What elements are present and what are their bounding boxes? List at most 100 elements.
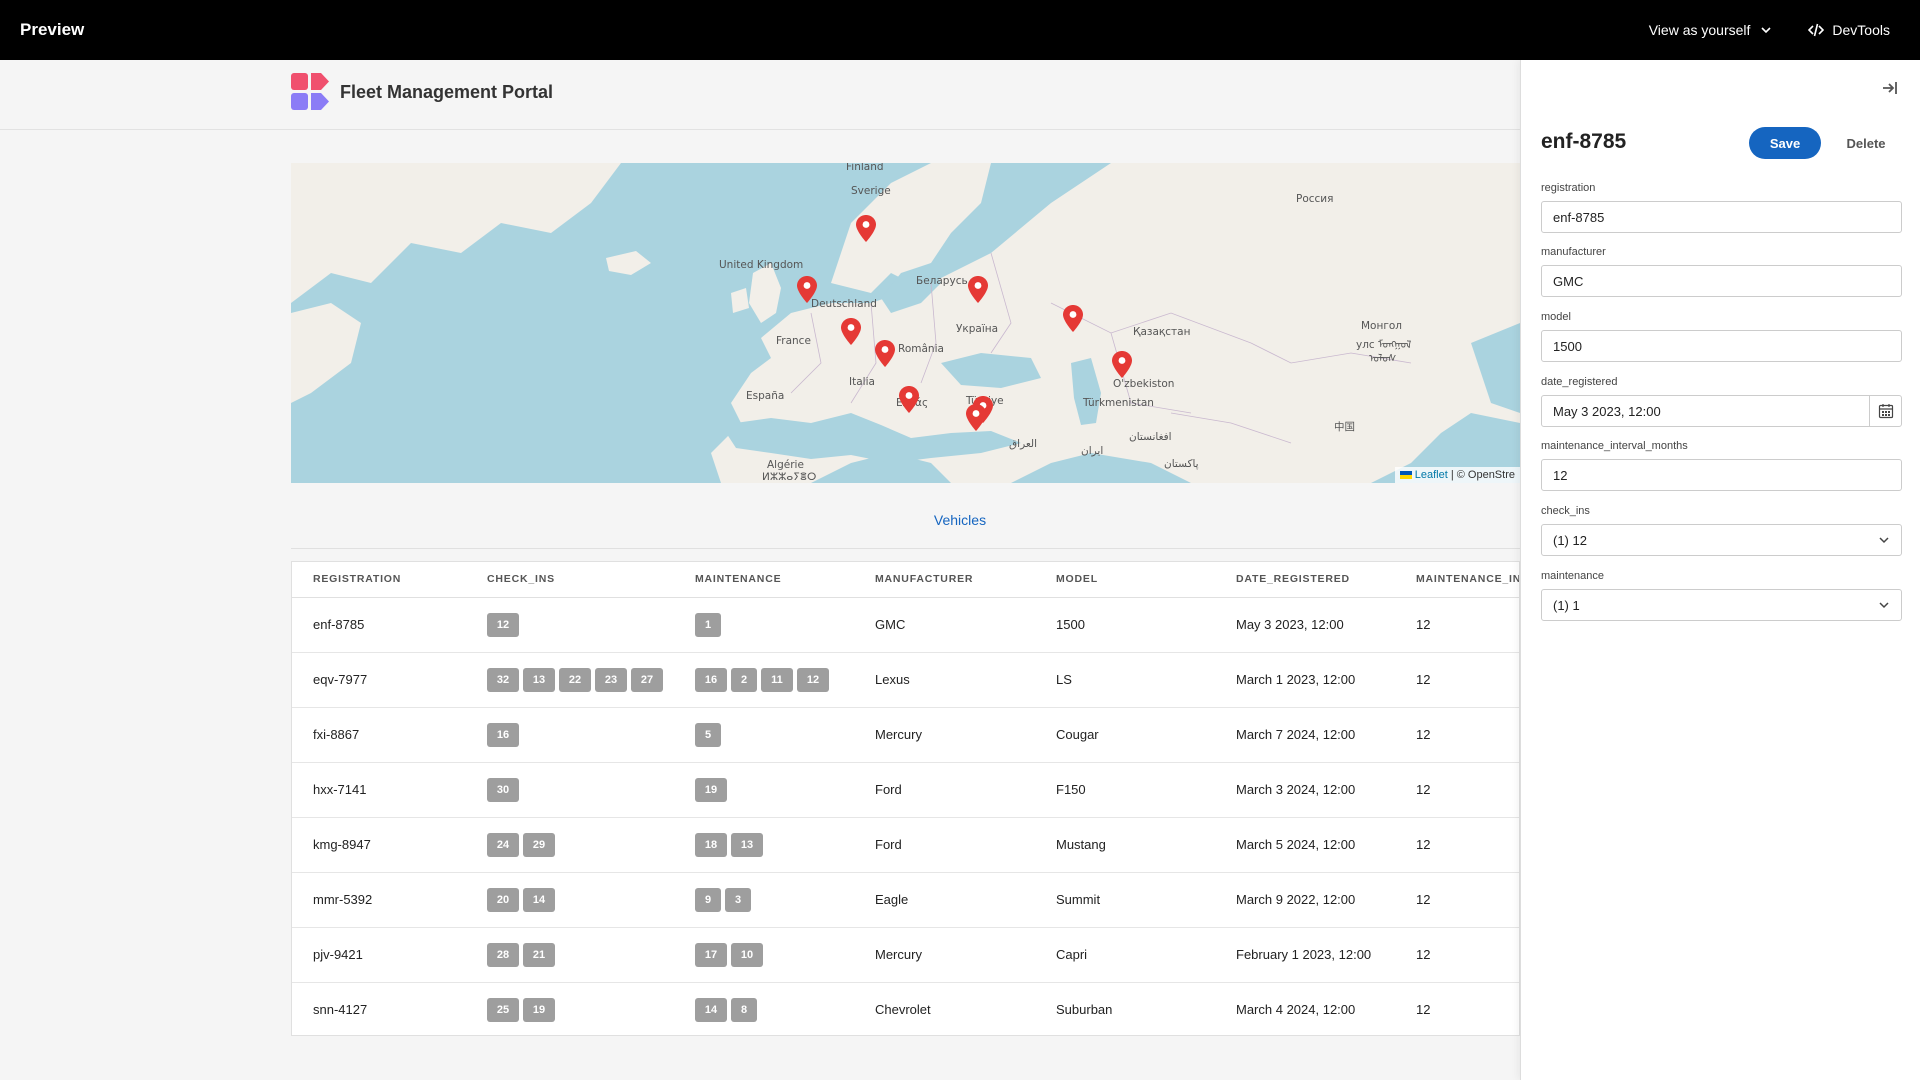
- cell-maintenance: 18 13: [674, 817, 854, 873]
- column-header-manufacturer[interactable]: MANUFACTURER: [854, 562, 1035, 598]
- cell-manufacturer: Mercury: [854, 707, 1035, 763]
- map-marker-icon[interactable]: [841, 318, 861, 345]
- map-marker-icon[interactable]: [797, 276, 817, 303]
- view-as-dropdown[interactable]: View as yourself: [1649, 22, 1773, 38]
- vehicle-map[interactable]: Finland Sverige Россия United Kingdom Бе…: [291, 163, 1520, 483]
- maintenance-badge[interactable]: 9: [695, 887, 721, 912]
- check-in-badge[interactable]: 23: [595, 667, 627, 692]
- check-in-badge[interactable]: 29: [523, 832, 555, 857]
- column-header-date-registered[interactable]: DATE_REGISTERED: [1215, 562, 1395, 598]
- maintenance-interval-input[interactable]: [1541, 459, 1902, 491]
- check-in-badge[interactable]: 24: [487, 832, 519, 857]
- column-header-check-ins[interactable]: CHECK_INS: [466, 562, 674, 598]
- maintenance-badge[interactable]: 10: [731, 942, 763, 967]
- check-in-badge[interactable]: 22: [559, 667, 591, 692]
- maintenance-badge[interactable]: 19: [695, 777, 727, 802]
- check-in-badge[interactable]: 19: [523, 997, 555, 1022]
- check-in-badge[interactable]: 25: [487, 997, 519, 1022]
- check-in-badge[interactable]: 14: [523, 887, 555, 912]
- table-row[interactable]: pjv-9421 28 21 17 10 Mercury Capri February 1 2…: [292, 927, 1519, 983]
- check-ins-select[interactable]: (1) 12: [1541, 524, 1902, 556]
- cell-maintenance-interval: 12: [1395, 872, 1519, 928]
- calendar-button[interactable]: [1869, 396, 1901, 426]
- check-in-badge[interactable]: 27: [631, 667, 663, 692]
- table-row[interactable]: kmg-8947 24 29 18 13 Ford Mustang March 5 2024,…: [292, 817, 1519, 873]
- map-marker-icon[interactable]: [899, 386, 919, 413]
- date-registered-value[interactable]: May 3 2023, 12:00: [1542, 396, 1869, 426]
- maintenance-badge[interactable]: 2: [731, 667, 757, 692]
- maintenance-badge[interactable]: 5: [695, 722, 721, 747]
- maintenance-badge[interactable]: 13: [731, 832, 763, 857]
- cell-check-ins: 32 13 22 23 27: [466, 652, 674, 708]
- cell-manufacturer: Eagle: [854, 872, 1035, 928]
- map-marker-icon[interactable]: [968, 276, 988, 303]
- cell-date-registered: February 1 2023, 12:00: [1215, 927, 1395, 983]
- cell-maintenance: 17 10: [674, 927, 854, 983]
- cell-model: Suburban: [1056, 1002, 1113, 1018]
- check-in-badge[interactable]: 28: [487, 942, 519, 967]
- cell-check-ins: 20 14: [466, 872, 674, 928]
- map-marker-icon[interactable]: [1112, 351, 1132, 378]
- delete-button[interactable]: Delete: [1831, 127, 1901, 159]
- maintenance-badge[interactable]: 12: [797, 667, 829, 692]
- column-header-model[interactable]: MODEL: [1035, 562, 1215, 598]
- maintenance-badge[interactable]: 18: [695, 832, 727, 857]
- maintenance-field-group: maintenance (1) 1: [1541, 570, 1902, 621]
- table-row[interactable]: hxx-7141 30 19 Ford F150 March 3 2024, 12:00 1…: [292, 762, 1519, 818]
- table-row[interactable]: snn-4127 25 19 14 8 Chevrolet Suburban March 4 …: [292, 982, 1519, 1035]
- map-label: ایران: [1081, 445, 1104, 457]
- cell-registration: enf-8785: [292, 597, 466, 653]
- maintenance-badge[interactable]: 8: [731, 997, 757, 1022]
- table-row[interactable]: enf-8785 12 1 GMC 1500 May 3 2023, 12:00 12: [292, 597, 1519, 653]
- maintenance-badge[interactable]: 3: [725, 887, 751, 912]
- check-in-badge[interactable]: 13: [523, 667, 555, 692]
- map-label: Україна: [956, 323, 999, 335]
- divider: [291, 548, 1520, 549]
- column-header-maintenance-interval[interactable]: MAINTENANCE_INT: [1395, 562, 1519, 598]
- save-button[interactable]: Save: [1749, 127, 1821, 159]
- maintenance-interval-label: maintenance_interval_months: [1541, 440, 1688, 452]
- cell-registration: mmr-5392: [292, 872, 466, 928]
- check-in-badge[interactable]: 20: [487, 887, 519, 912]
- collapse-right-icon[interactable]: [1880, 78, 1900, 98]
- cell-date-registered: March 9 2022, 12:00: [1215, 872, 1395, 928]
- registration-field-group: registration: [1541, 182, 1902, 233]
- map-land: [291, 163, 1520, 483]
- maintenance-badge[interactable]: 16: [695, 667, 727, 692]
- cell-model: Capri: [1035, 927, 1215, 983]
- model-input[interactable]: [1541, 330, 1902, 362]
- column-header-registration[interactable]: REGISTRATION: [292, 562, 466, 598]
- devtools-button[interactable]: DevTools: [1808, 22, 1890, 38]
- cell-registration: pjv-9421: [292, 927, 466, 983]
- maintenance-interval-field-group: maintenance_interval_months: [1541, 440, 1902, 491]
- maintenance-badge[interactable]: 14: [695, 997, 727, 1022]
- check-in-badge[interactable]: 12: [487, 612, 519, 637]
- maintenance-badge[interactable]: 11: [761, 667, 793, 692]
- vehicles-link[interactable]: Vehicles: [291, 512, 1629, 528]
- chevron-down-icon: [1761, 27, 1771, 34]
- cell-check-ins: 12: [466, 597, 674, 653]
- date-registered-picker[interactable]: May 3 2023, 12:00: [1541, 395, 1902, 427]
- leaflet-link[interactable]: Leaflet: [1415, 469, 1448, 481]
- column-header-maintenance[interactable]: MAINTENANCE: [674, 562, 854, 598]
- check-in-badge[interactable]: 30: [487, 777, 519, 802]
- cell-manufacturer: Ford: [854, 762, 1035, 818]
- maintenance-badge[interactable]: 1: [695, 612, 721, 637]
- maintenance-select[interactable]: (1) 1: [1541, 589, 1902, 621]
- check-in-badge[interactable]: 21: [523, 942, 555, 967]
- maintenance-badge[interactable]: 17: [695, 942, 727, 967]
- table-row[interactable]: fxi-8867 16 5 Mercury Cougar March 7 2024, 12…: [292, 707, 1519, 763]
- map-marker-icon[interactable]: [966, 404, 986, 431]
- check-in-badge[interactable]: 16: [487, 722, 519, 747]
- map-marker-icon[interactable]: [875, 340, 895, 367]
- manufacturer-input[interactable]: [1541, 265, 1902, 297]
- cell-check-ins: 30: [466, 762, 674, 818]
- map-marker-icon[interactable]: [856, 215, 876, 242]
- registration-input[interactable]: [1541, 201, 1902, 233]
- cell-maintenance-interval: 12: [1395, 762, 1519, 818]
- map-label: France: [776, 335, 811, 347]
- table-row[interactable]: mmr-5392 20 14 9 3 Eagle Summit March 9 2022, 1…: [292, 872, 1519, 928]
- map-marker-icon[interactable]: [1063, 305, 1083, 332]
- check-in-badge[interactable]: 32: [487, 667, 519, 692]
- table-row[interactable]: eqv-7977 32 13 22 23 27 16 2 11 12 Lexus LS March 1 …: [292, 652, 1519, 708]
